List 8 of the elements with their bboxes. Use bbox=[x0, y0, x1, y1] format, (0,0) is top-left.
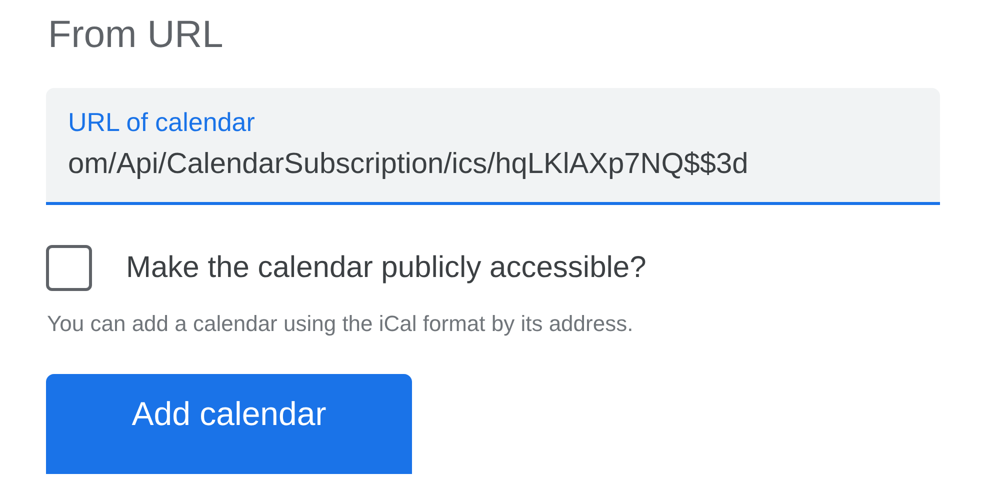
checkbox-label: Make the calendar publicly accessible? bbox=[126, 250, 646, 286]
url-input[interactable]: om/Api/CalendarSubscription/ics/hqLKlAXp7NQ$$3d bbox=[68, 138, 920, 186]
helper-text: You can add a calendar using the iCal format by its address. bbox=[47, 310, 634, 338]
field-label: URL of calendar bbox=[68, 108, 255, 136]
url-field[interactable]: URL of calendar om/Api/CalendarSubscription/ics/hqLKlAXp7NQ$$3d bbox=[46, 88, 940, 205]
checkbox[interactable] bbox=[46, 244, 92, 291]
section-title: From URL bbox=[48, 14, 224, 58]
add-calendar-button[interactable]: Add calendar bbox=[46, 374, 412, 474]
